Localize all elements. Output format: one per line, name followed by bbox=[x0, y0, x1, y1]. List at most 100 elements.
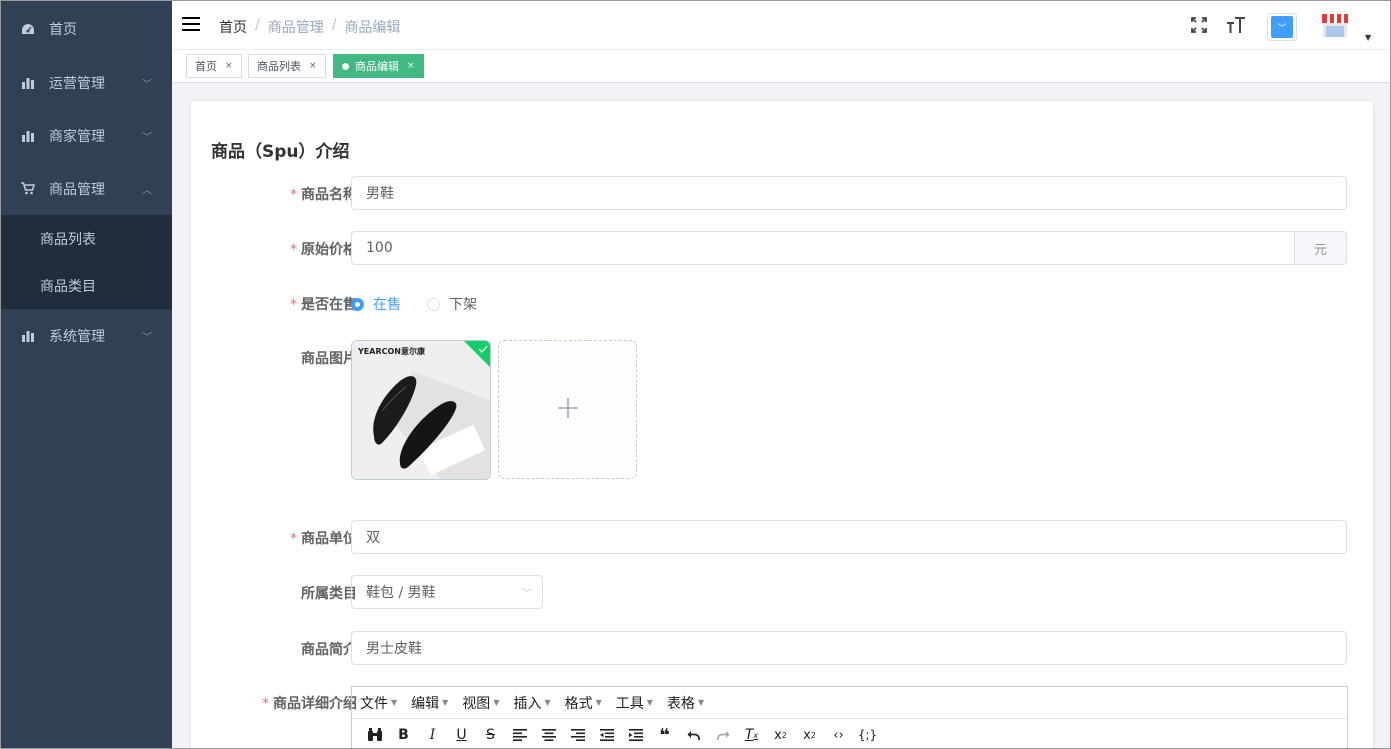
products-submenu: 商品列表 商品类目 bbox=[1, 215, 172, 309]
bold-icon[interactable]: B bbox=[389, 723, 418, 747]
radio-off-sale[interactable]: 下架 bbox=[427, 294, 477, 314]
radio-circle bbox=[351, 297, 364, 311]
indent-icon[interactable] bbox=[621, 723, 650, 747]
sidebar-item-product-category[interactable]: 商品类目 bbox=[1, 262, 172, 309]
align-left-icon[interactable] bbox=[505, 723, 534, 747]
underline-icon[interactable]: U bbox=[447, 723, 476, 747]
editor-toolbar: B I U S ❝ T x x 2 x 2 ‹› {;} bbox=[352, 719, 1347, 748]
sidebar-item-home[interactable]: 首页 bbox=[1, 1, 172, 56]
size-select-icon[interactable]: ﹀ bbox=[1267, 13, 1297, 41]
sidebar-item-label: 运营管理 bbox=[49, 75, 105, 92]
tag-label: 商品列表 bbox=[257, 60, 301, 73]
subscript-icon[interactable]: x2 bbox=[766, 723, 795, 747]
unit-input[interactable]: 双 bbox=[351, 520, 1347, 554]
price-input[interactable]: 100 bbox=[351, 231, 1295, 265]
bar-chart-icon bbox=[21, 129, 35, 143]
sidebar-item-label: 商家管理 bbox=[49, 128, 105, 145]
code-icon[interactable]: ‹› bbox=[824, 723, 853, 747]
strikethrough-icon[interactable]: S bbox=[476, 723, 505, 747]
font-size-icon[interactable] bbox=[1226, 15, 1246, 35]
caret-down-icon[interactable]: ▼ bbox=[1365, 33, 1371, 42]
menu-file[interactable]: 文件 ▼ bbox=[360, 693, 397, 713]
product-image-thumbnail[interactable]: YEARCON意尔康 bbox=[351, 340, 491, 480]
cart-icon bbox=[21, 182, 35, 196]
close-icon[interactable]: × bbox=[225, 61, 233, 71]
tag-product-edit[interactable]: 商品编辑 × bbox=[333, 54, 424, 78]
code-block-icon[interactable]: {;} bbox=[853, 723, 882, 747]
rich-text-editor: 文件 ▼ 编辑 ▼ 视图 ▼ 插入 ▼ 格式 ▼ 工具 ▼ 表格 ▼ B I U S bbox=[351, 686, 1348, 748]
breadcrumb-item: 商品编辑 bbox=[344, 20, 401, 36]
field-label: * 商品详细介绍 bbox=[262, 696, 357, 712]
app-window: 首页 运营管理 ﹀ 商家管理 ﹀ 商品管理 ︿ 商品列表 商品类目 系统管理 ﹀… bbox=[0, 0, 1391, 749]
chevron-down-icon: ﹀ bbox=[522, 589, 532, 600]
menu-tools[interactable]: 工具 ▼ bbox=[616, 693, 653, 713]
field-label: 所属类目 bbox=[301, 586, 357, 602]
sidebar-item-label: 系统管理 bbox=[49, 328, 105, 345]
editor-menubar: 文件 ▼ 编辑 ▼ 视图 ▼ 插入 ▼ 格式 ▼ 工具 ▼ 表格 ▼ bbox=[352, 687, 1347, 719]
outdent-icon[interactable] bbox=[592, 723, 621, 747]
menu-view[interactable]: 视图 ▼ bbox=[462, 693, 499, 713]
price-unit: 元 bbox=[1295, 231, 1347, 265]
section-title: 商品（Spu）介绍 bbox=[211, 142, 350, 162]
menu-edit[interactable]: 编辑 ▼ bbox=[411, 693, 448, 713]
plus-icon bbox=[556, 396, 580, 424]
sidebar-item-label: 首页 bbox=[49, 21, 77, 38]
category-value: 鞋包 / 男鞋 bbox=[366, 585, 436, 601]
menu-insert[interactable]: 插入 ▼ bbox=[513, 693, 550, 713]
tag-product-list[interactable]: 商品列表 × bbox=[248, 54, 326, 78]
redo-icon[interactable] bbox=[708, 723, 737, 747]
chevron-down-icon: ﹀ bbox=[142, 332, 152, 343]
menu-table[interactable]: 表格 ▼ bbox=[667, 693, 704, 713]
brief-input[interactable]: 男士皮鞋 bbox=[351, 631, 1347, 665]
undo-icon[interactable] bbox=[679, 723, 708, 747]
field-label: * 商品单位 bbox=[290, 531, 357, 547]
tag-label: 首页 bbox=[195, 60, 217, 73]
chevron-down-icon: ﹀ bbox=[142, 132, 152, 143]
field-label: 商品简介 bbox=[301, 642, 357, 658]
navbar: 首页 / 商品管理 / 商品编辑 ﹀ ▼ bbox=[172, 1, 1390, 50]
field-label: 商品图片 bbox=[301, 351, 357, 367]
main-content: 商品（Spu）介绍 * 商品名称 男鞋 * 原始价格 100 元 * 是否在售 在售 bbox=[172, 83, 1390, 748]
chevron-up-icon: ︿ bbox=[142, 185, 152, 196]
radio-circle bbox=[427, 297, 440, 311]
align-right-icon[interactable] bbox=[563, 723, 592, 747]
sidebar-item-product-list[interactable]: 商品列表 bbox=[1, 215, 172, 262]
clear-format-icon[interactable]: Tx bbox=[737, 723, 766, 747]
breadcrumb: 首页 / 商品管理 / 商品编辑 bbox=[219, 17, 400, 37]
radio-on-sale[interactable]: 在售 bbox=[351, 294, 401, 314]
align-center-icon[interactable] bbox=[534, 723, 563, 747]
category-cascader[interactable]: 鞋包 / 男鞋 ﹀ bbox=[351, 575, 543, 609]
avatar-shop-icon[interactable] bbox=[1320, 11, 1350, 41]
menu-format[interactable]: 格式 ▼ bbox=[565, 693, 602, 713]
product-form-card: 商品（Spu）介绍 * 商品名称 男鞋 * 原始价格 100 元 * 是否在售 在售 bbox=[191, 101, 1373, 748]
hamburger-menu-icon[interactable] bbox=[182, 17, 200, 31]
upload-image-button[interactable] bbox=[498, 340, 637, 479]
chevron-down-icon: ﹀ bbox=[142, 79, 152, 90]
field-label: * 是否在售 bbox=[290, 297, 357, 313]
active-dot-icon bbox=[342, 62, 349, 70]
fullscreen-icon[interactable] bbox=[1189, 15, 1209, 35]
sidebar-item-operations[interactable]: 运营管理 ﹀ bbox=[1, 56, 172, 109]
breadcrumb-item[interactable]: 商品管理 bbox=[268, 17, 324, 37]
product-name-input[interactable]: 男鞋 bbox=[351, 176, 1347, 210]
find-icon[interactable] bbox=[360, 723, 389, 747]
close-icon[interactable]: × bbox=[309, 61, 317, 71]
breadcrumb-separator: / bbox=[255, 17, 260, 33]
bar-chart-icon bbox=[21, 329, 35, 343]
dashboard-icon bbox=[21, 22, 35, 36]
brand-text: YEARCON意尔康 bbox=[358, 347, 425, 356]
tag-label: 商品编辑 bbox=[355, 60, 399, 73]
sidebar-item-label: 商品管理 bbox=[49, 181, 105, 198]
sidebar-item-merchants[interactable]: 商家管理 ﹀ bbox=[1, 109, 172, 162]
tags-view: 首页 × 商品列表 × 商品编辑 × bbox=[172, 50, 1390, 83]
sidebar-item-system[interactable]: 系统管理 ﹀ bbox=[1, 309, 172, 362]
tag-home[interactable]: 首页 × bbox=[186, 54, 242, 78]
italic-icon[interactable]: I bbox=[418, 723, 447, 747]
sidebar-item-products[interactable]: 商品管理 ︿ bbox=[1, 162, 172, 215]
sidebar: 首页 运营管理 ﹀ 商家管理 ﹀ 商品管理 ︿ 商品列表 商品类目 系统管理 ﹀ bbox=[1, 1, 172, 748]
breadcrumb-separator: / bbox=[331, 17, 337, 33]
superscript-icon[interactable]: x2 bbox=[795, 723, 824, 747]
close-icon[interactable]: × bbox=[407, 61, 415, 71]
blockquote-icon[interactable]: ❝ bbox=[650, 723, 679, 747]
breadcrumb-item[interactable]: 首页 bbox=[219, 17, 247, 37]
